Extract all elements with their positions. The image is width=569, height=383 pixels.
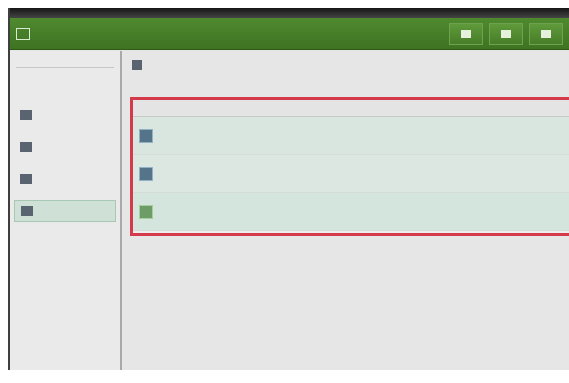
column-header[interactable] bbox=[315, 100, 403, 117]
highlighted-table bbox=[130, 97, 569, 236]
window-titlebar[interactable] bbox=[10, 8, 569, 18]
toolbar-button-2[interactable] bbox=[489, 22, 523, 45]
sidebar-item-4[interactable] bbox=[14, 200, 116, 222]
disk-icon bbox=[20, 174, 32, 184]
toolbar-icon bbox=[501, 29, 511, 38]
column-header[interactable] bbox=[403, 100, 491, 117]
app-window bbox=[8, 8, 569, 370]
toolbar-icon bbox=[461, 29, 471, 38]
toolbar-icon bbox=[541, 29, 551, 38]
app-logo-icon bbox=[16, 27, 30, 40]
column-header[interactable] bbox=[133, 100, 315, 117]
disk-icon bbox=[20, 110, 32, 120]
sidebar-item-1[interactable] bbox=[14, 104, 116, 126]
table-row[interactable] bbox=[133, 154, 569, 193]
toolbar-button-1[interactable] bbox=[449, 22, 483, 45]
column-header[interactable] bbox=[491, 100, 569, 117]
sidebar-header bbox=[16, 55, 114, 68]
volume-icon bbox=[139, 204, 153, 219]
table-row[interactable] bbox=[133, 192, 569, 231]
disk-icon bbox=[21, 206, 33, 216]
sidebar-item-2[interactable] bbox=[14, 136, 116, 158]
volume-icon bbox=[139, 166, 153, 181]
breadcrumb bbox=[132, 57, 569, 73]
main-panel bbox=[122, 51, 569, 370]
disk-icon bbox=[20, 142, 32, 152]
toolbar-button-3[interactable] bbox=[529, 22, 563, 45]
sidebar bbox=[10, 51, 122, 370]
main-toolbar bbox=[10, 18, 569, 50]
volume-table bbox=[133, 100, 569, 231]
sidebar-item-3[interactable] bbox=[14, 168, 116, 190]
table-header-row bbox=[133, 100, 569, 117]
volume-icon bbox=[139, 128, 153, 143]
folder-icon bbox=[132, 60, 142, 70]
table-row[interactable] bbox=[133, 116, 569, 155]
